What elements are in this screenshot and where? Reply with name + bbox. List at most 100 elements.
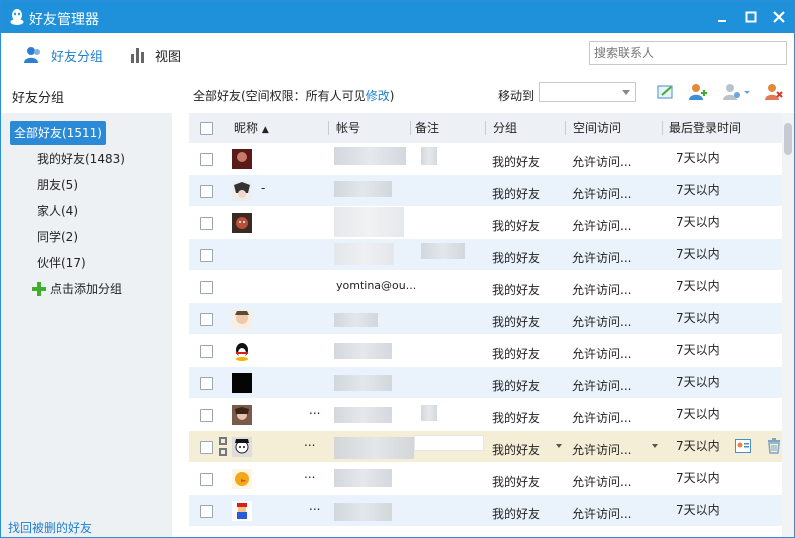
- table-row[interactable]: 我的好友 允许访问... 7天以内: [189, 335, 782, 367]
- masked-account: [334, 313, 378, 327]
- view-tab[interactable]: 视图: [129, 45, 181, 65]
- remove-friend-tool[interactable]: [764, 83, 786, 103]
- modify-permission-link[interactable]: 修改: [366, 89, 390, 103]
- masked-remark: [421, 405, 437, 421]
- scrollbar-thumb[interactable]: [784, 123, 792, 155]
- chevron-down-icon[interactable]: [652, 444, 658, 448]
- friends-table-body: 我的好友 允许访问... 7天以内 - 我的好友 允许访问... 7天以内 我的…: [189, 143, 782, 537]
- sidebar-item-family[interactable]: 家人(4): [37, 201, 78, 221]
- row-checkbox[interactable]: [200, 473, 213, 486]
- group-cell: 我的好友: [492, 379, 541, 393]
- title-bar: 好友管理器: [1, 1, 794, 33]
- avatar-penguin: [236, 343, 248, 361]
- masked-account: [334, 469, 392, 487]
- add-group-button[interactable]: 点击添加分组: [32, 280, 122, 297]
- row-checkbox[interactable]: [200, 505, 213, 518]
- sidebar-item-all-friends[interactable]: 全部好友(1511): [10, 121, 106, 145]
- group-cell: 我的好友: [492, 411, 541, 425]
- access-cell: 允许访问...: [572, 507, 632, 521]
- friend-groups-tab[interactable]: 好友分组: [23, 45, 103, 65]
- add-group-label: 点击添加分组: [50, 282, 123, 296]
- masked-account: [334, 437, 414, 459]
- sidebar-item-friends[interactable]: 朋友(5): [37, 175, 78, 195]
- column-space-access[interactable]: 空间访问: [573, 113, 621, 143]
- table-row[interactable]: yomtina@ou... 我的好友 允许访问... 7天以内: [189, 271, 782, 303]
- remark-input[interactable]: [414, 435, 484, 451]
- vertical-scrollbar[interactable]: [782, 113, 794, 537]
- column-remark[interactable]: 备注: [415, 113, 439, 143]
- group-cell[interactable]: 我的好友: [492, 441, 540, 458]
- column-divider: [328, 121, 329, 135]
- add-friend-tool[interactable]: [688, 83, 710, 103]
- access-cell: 允许访问...: [572, 155, 632, 169]
- avatar-boy: [232, 437, 252, 457]
- view-label: 视图: [155, 49, 182, 65]
- access-cell: 允许访问...: [572, 283, 632, 297]
- row-checkbox[interactable]: [200, 409, 213, 422]
- column-divider: [485, 121, 486, 135]
- access-cell: 允许访问...: [572, 475, 632, 489]
- column-group[interactable]: 分组: [493, 113, 517, 143]
- search-input[interactable]: [589, 41, 787, 65]
- close-button[interactable]: [771, 9, 787, 25]
- row-checkbox[interactable]: [200, 249, 213, 262]
- table-row[interactable]: 我的好友 允许访问... 7天以内: [189, 143, 782, 175]
- row-checkbox[interactable]: [200, 345, 213, 358]
- contact-card-icon[interactable]: [735, 439, 751, 453]
- sidebar-item-my-friends[interactable]: 我的好友(1483): [37, 149, 125, 169]
- trash-icon[interactable]: [767, 438, 781, 454]
- row-checkbox[interactable]: [200, 281, 213, 294]
- access-cell: 允许访问...: [572, 411, 632, 425]
- table-row[interactable]: 我的好友 允许访问... 7天以内: [189, 239, 782, 271]
- minimize-button[interactable]: [714, 9, 730, 25]
- permission-prefix: 全部好友(空间权限：所有人可见: [193, 89, 366, 103]
- drag-handle-icon[interactable]: [219, 437, 227, 457]
- sidebar-item-partners[interactable]: 伙伴(17): [37, 253, 86, 273]
- table-row[interactable]: 我的好友 允许访问... 7天以内: [189, 207, 782, 239]
- chevron-down-icon[interactable]: [556, 444, 562, 448]
- move-to-label: 移动到: [498, 89, 535, 103]
- move-to-dropdown[interactable]: [539, 82, 636, 102]
- nickname-cell: ...: [304, 467, 316, 481]
- access-cell: 允许访问...: [572, 219, 632, 233]
- table-row[interactable]: 我的好友 允许访问... 7天以内: [189, 367, 782, 399]
- column-divider: [565, 121, 566, 135]
- column-last-login[interactable]: 最后登录时间: [669, 113, 741, 143]
- column-divider: [662, 121, 663, 135]
- row-checkbox[interactable]: [200, 313, 213, 326]
- recover-deleted-friends-link[interactable]: 找回被删的好友: [8, 519, 92, 536]
- user-options-tool[interactable]: [722, 83, 752, 103]
- send-message-tool[interactable]: [656, 83, 678, 103]
- masked-account: [334, 375, 392, 391]
- access-cell: 允许访问...: [572, 315, 632, 329]
- row-checkbox[interactable]: [200, 153, 213, 166]
- table-row[interactable]: ... 我的好友 允许访问... 7天以内: [189, 495, 782, 527]
- masked-account: [334, 407, 392, 423]
- minimize-icon: [718, 20, 726, 22]
- row-checkbox[interactable]: [200, 217, 213, 230]
- avatar-girl: [232, 405, 252, 425]
- avatar-anime: [232, 181, 252, 201]
- table-row-selected[interactable]: ... 我的好友 允许访问... 7天以内: [189, 431, 782, 463]
- maximize-button[interactable]: [743, 9, 759, 25]
- column-account[interactable]: 帐号: [336, 113, 360, 143]
- select-all-checkbox[interactable]: [200, 122, 213, 135]
- group-cell: 我的好友: [492, 187, 541, 201]
- access-cell: 允许访问...: [572, 379, 632, 393]
- masked-account: [334, 207, 404, 237]
- table-row[interactable]: 我的好友 允许访问... 7天以内: [189, 303, 782, 335]
- table-row[interactable]: - 我的好友 允许访问... 7天以内: [189, 175, 782, 207]
- table-row[interactable]: ... 我的好友 允许访问... 7天以内: [189, 463, 782, 495]
- table-row[interactable]: ... 我的好友 允许访问... 7天以内: [189, 399, 782, 431]
- sidebar-item-classmates[interactable]: 同学(2): [37, 227, 78, 247]
- row-checkbox[interactable]: [200, 441, 213, 454]
- masked-account: [334, 147, 406, 165]
- user-settings-icon: [723, 84, 750, 100]
- access-cell[interactable]: 允许访问...: [572, 441, 631, 458]
- row-checkbox[interactable]: [200, 185, 213, 198]
- row-checkbox[interactable]: [200, 377, 213, 390]
- last-login-cell: 7天以内: [676, 311, 720, 325]
- group-cell: 我的好友: [492, 347, 541, 361]
- column-nickname[interactable]: 昵称 ▲: [234, 113, 269, 143]
- main-panel: 全部好友(空间权限：所有人可见修改) 移动到 昵称 ▲ 帐号 备注 分组 空间访…: [172, 75, 794, 537]
